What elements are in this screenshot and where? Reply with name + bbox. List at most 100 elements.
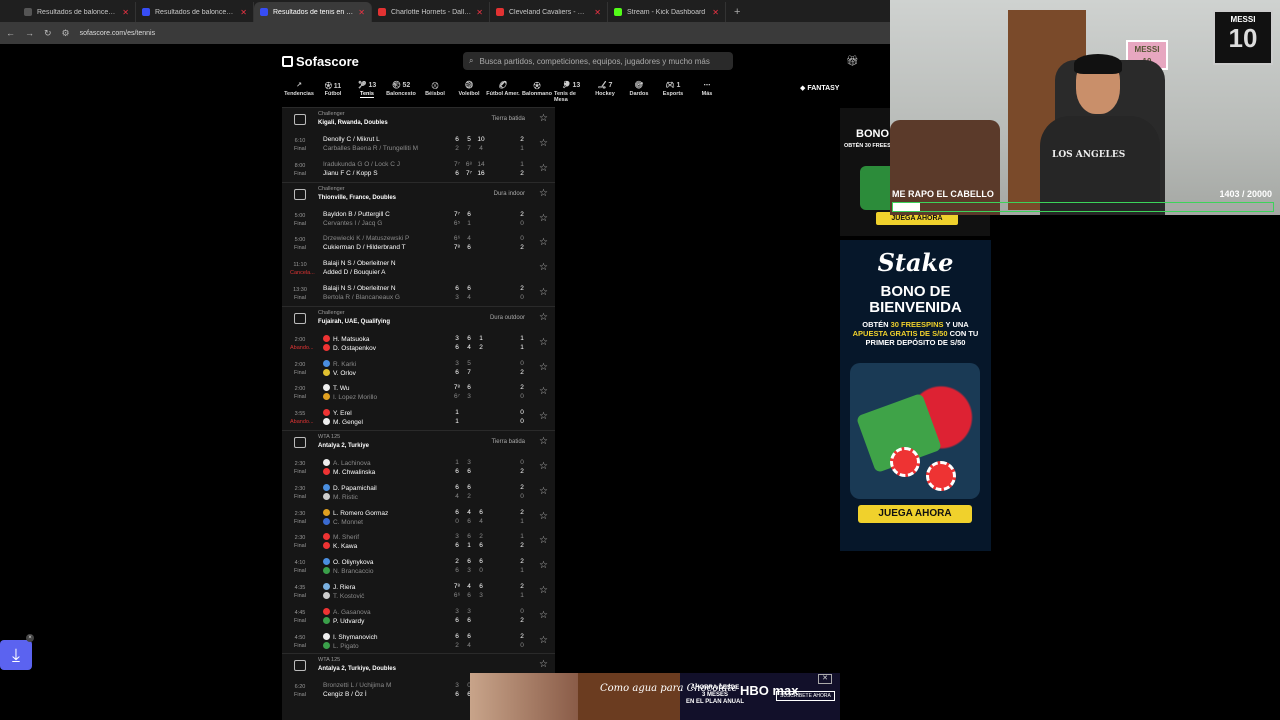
favorite-star-icon[interactable]: ☆ xyxy=(539,535,548,546)
sport-tab[interactable]: 🏀︎ 52 Baloncesto xyxy=(384,81,418,103)
download-button[interactable]: ⤓ xyxy=(0,640,32,670)
sport-tab[interactable]: 🏈︎ Fútbol Amer. xyxy=(486,81,520,103)
match-row[interactable]: 2:30 Final D. Papamichail 6 6 2 M. Ristic 4 2 0 ☆ xyxy=(282,480,555,505)
ad-bottom-cta[interactable]: SUSCRÍBETE AHORA xyxy=(776,691,835,701)
match-row[interactable]: 11:10 Cancela... Balaji N S / Oberleitner … xyxy=(282,256,555,281)
match-time: 2:30 Final xyxy=(290,460,310,476)
browser-tab[interactable]: Cleveland Cavaliers - Detroit Pi ✕ xyxy=(490,2,608,22)
browser-tab[interactable]: Resultados de baloncesto en di ✕ xyxy=(136,2,254,22)
favorite-star-icon[interactable]: ☆ xyxy=(539,610,548,621)
sport-tab[interactable]: 🏒︎ 7 Hockey xyxy=(588,81,622,103)
match-row[interactable]: 6:10 Final Denolly C / Mikrut L 6 5 10 2 Carbal… xyxy=(282,132,555,157)
sport-tab[interactable]: 🏐︎ Voleibol xyxy=(452,81,486,103)
favorite-star-icon[interactable]: ☆ xyxy=(539,138,548,149)
tournament-header[interactable]: Challenger Kigali, Rwanda, Doubles Tierra … xyxy=(282,107,555,132)
sport-tab[interactable]: ↗ Tendencias xyxy=(282,81,316,103)
sport-tab[interactable]: 🎾︎ 13 Tenis xyxy=(350,81,384,103)
tab-close-icon[interactable]: ✕ xyxy=(476,8,483,17)
favorite-star-icon[interactable]: ☆ xyxy=(539,213,548,224)
set-score: 7⁸ xyxy=(453,244,461,252)
tab-close-icon[interactable]: ✕ xyxy=(358,8,365,17)
favorite-star-icon[interactable]: ☆ xyxy=(539,560,548,571)
tournament-header[interactable]: WTA 125 Antalya 2, Turkiye Tierra batida ☆ xyxy=(282,429,555,455)
favorite-star-icon[interactable]: ☆ xyxy=(539,163,548,174)
sport-tab[interactable]: ⋯ Más xyxy=(690,81,724,103)
sport-tab[interactable]: 🎯︎ Dardos xyxy=(622,81,656,103)
reload-icon[interactable]: ↻ xyxy=(44,28,52,39)
sets-won: 1 xyxy=(520,591,524,599)
sets-won: 0 xyxy=(520,219,524,227)
favorite-star-icon[interactable]: ☆ xyxy=(539,411,548,422)
favorite-star-icon[interactable]: ☆ xyxy=(539,262,548,273)
favorite-star-icon[interactable]: ☆ xyxy=(539,585,548,596)
tournament-icon xyxy=(294,114,306,125)
match-row[interactable]: 5:00 Final Bayldon B / Puttergill C 7⁷ 6 2 Cer… xyxy=(282,207,555,232)
match-row[interactable]: 4:10 Final O. Oliynykova 2 6 6 2 N. Brancaccio 6… xyxy=(282,554,555,579)
match-row[interactable]: 2:30 Final M. Sherif 3 6 2 1 K. Kawa 6 1 6 2 ☆ xyxy=(282,529,555,554)
ad-close-icon[interactable]: ✕ xyxy=(818,674,832,684)
forward-icon[interactable]: → xyxy=(25,28,34,38)
ad-bottom-banner[interactable]: Como agua para Chocolate AHORRA DESDE 3 … xyxy=(470,673,840,720)
favorite-star-icon[interactable]: ☆ xyxy=(539,436,548,447)
ad-stake[interactable]: Stake BONO DE BIENVENIDA OBTÉN 30 FREESP… xyxy=(840,240,991,551)
new-tab-icon[interactable]: + xyxy=(726,2,748,22)
gift-icon[interactable]: 🎁︎ xyxy=(846,56,859,67)
match-row[interactable]: 2:30 Final L. Romero Gormaz 6 4 6 2 C. Monnet 0 6… xyxy=(282,505,555,530)
site-info-icon[interactable]: ⚙ xyxy=(62,28,70,39)
back-icon[interactable]: ← xyxy=(6,28,15,38)
tab-close-icon[interactable]: ✕ xyxy=(122,8,129,17)
tab-title: Resultados de baloncesto en di xyxy=(155,8,236,16)
favorite-star-icon[interactable]: ☆ xyxy=(539,188,548,199)
favorite-star-icon[interactable]: ☆ xyxy=(539,287,548,298)
favorite-star-icon[interactable]: ☆ xyxy=(539,312,548,323)
favorite-star-icon[interactable]: ☆ xyxy=(539,486,548,497)
match-row[interactable]: 8:00 Final Iradukunda G O / Lock C J 7⁷ 6⁸ 14… xyxy=(282,157,555,182)
promo-text: Y UNA xyxy=(943,320,969,329)
match-row[interactable]: 4:45 Final A. Gasanova 3 3 0 P. Udvardy 6 6 2 ☆ xyxy=(282,604,555,629)
tab-close-icon[interactable]: ✕ xyxy=(594,8,601,17)
match-row[interactable]: 3:55 Abando... Y. Erel 1 0 M. Gengel 1 0 ☆ xyxy=(282,405,555,430)
match-row[interactable]: 2:00 Final R. Karki 3 5 0 V. Orlov 6 7 2 ☆ xyxy=(282,356,555,381)
match-row[interactable]: 2:00 Abando... H. Matsuoka 3 6 1 1 D. Ostapenko… xyxy=(282,331,555,356)
favorite-star-icon[interactable]: ☆ xyxy=(539,659,548,670)
favorite-star-icon[interactable]: ☆ xyxy=(539,386,548,397)
browser-tab[interactable]: Resultados de tenis en directo ✕ xyxy=(254,2,372,22)
player-name: Balaji N S / Oberleitner N xyxy=(323,260,396,268)
favorite-star-icon[interactable]: ☆ xyxy=(539,362,548,373)
url-field[interactable]: sofascore.com/es/tennis xyxy=(80,30,155,37)
match-start-time: 3:55 xyxy=(294,411,306,418)
player-name: Added D / Bouquier A xyxy=(323,269,386,277)
tournament-header[interactable]: Challenger Fujairah, UAE, Qualifying Dura … xyxy=(282,305,555,331)
fantasy-link[interactable]: ◆ FANTASY xyxy=(800,84,839,92)
sport-tab[interactable]: ⚽︎ Balonmano xyxy=(520,81,554,103)
sets-won: 2 xyxy=(520,284,524,292)
favorite-star-icon[interactable]: ☆ xyxy=(539,337,548,348)
browser-tab[interactable]: Charlotte Hornets - Dallas Mav ✕ xyxy=(372,2,490,22)
sofascore-logo[interactable]: Sofascore xyxy=(282,54,359,69)
close-icon[interactable]: × xyxy=(26,634,34,642)
favorite-star-icon[interactable]: ☆ xyxy=(539,113,548,124)
match-row[interactable]: 2:30 Final A. Lachinova 1 3 0 M. Chwalinska 6 6 2… xyxy=(282,455,555,480)
country-flag-icon xyxy=(323,467,330,475)
tournament-icon xyxy=(294,660,306,672)
browser-tab[interactable]: Resultados de baloncesto en vi ✕ xyxy=(18,2,136,22)
ad-stake-button[interactable]: JUEGA AHORA xyxy=(858,505,972,523)
match-row[interactable]: 4:35 Final J. Riera 7⁸ 4 6 2 T. Kostovič 6⁶ 6 3 1 ☆ xyxy=(282,579,555,604)
favorite-star-icon[interactable]: ☆ xyxy=(539,237,548,248)
tab-close-icon[interactable]: ✕ xyxy=(712,8,719,17)
sport-tab[interactable]: 🏓︎ 13 Tenis de Mesa xyxy=(554,81,588,103)
tournament-header[interactable]: Challenger Thionville, France, Doubles Dur… xyxy=(282,181,555,207)
match-row[interactable]: 5:00 Final Drzewiecki K / Matuszewski P 6⁶ 4… xyxy=(282,231,555,256)
favorite-star-icon[interactable]: ☆ xyxy=(539,635,548,646)
match-row[interactable]: 2:00 Final T. Wu 7⁸ 6 2 I. Lopez Morillo 6⁷ 3 0 ☆ xyxy=(282,380,555,405)
search-input[interactable]: ⌕ Busca partidos, competiciones, equipos… xyxy=(463,52,733,70)
match-row[interactable]: 13:30 Final Balaji N S / Oberleitner N 66 2 B… xyxy=(282,281,555,306)
sport-tab[interactable]: ⚽︎ 11 Fútbol xyxy=(316,81,350,103)
sport-tab[interactable]: ⚾︎ Béisbol xyxy=(418,81,452,103)
sport-tab[interactable]: 🎮︎ 1 Esports xyxy=(656,81,690,103)
match-row[interactable]: 4:50 Final I. Shymanovich 6 6 2 L. Pigato 2 4 0 ☆ xyxy=(282,629,555,654)
favorite-star-icon[interactable]: ☆ xyxy=(539,511,548,522)
browser-tab[interactable]: Stream - Kick Dashboard ✕ xyxy=(608,2,726,22)
tab-close-icon[interactable]: ✕ xyxy=(240,8,247,17)
favorite-star-icon[interactable]: ☆ xyxy=(539,461,548,472)
